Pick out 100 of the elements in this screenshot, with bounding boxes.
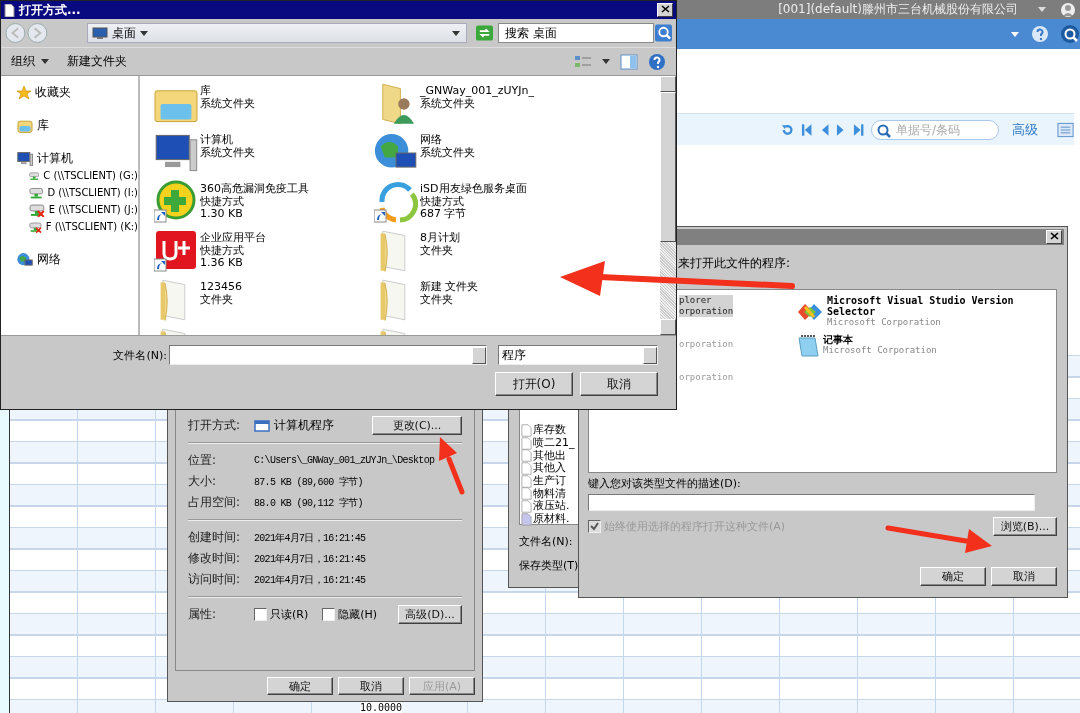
- file-item[interactable]: 企业应用平台 快捷方式 1.36 KB: [200, 229, 266, 270]
- advanced-link[interactable]: 高级: [1011, 120, 1038, 139]
- close-button[interactable]: [1046, 230, 1062, 244]
- dialog-button[interactable]: 打开(O): [495, 372, 573, 396]
- file-name[interactable]: 液压站.: [533, 500, 570, 513]
- field-label: 占用空间:: [188, 494, 242, 511]
- caret-icon[interactable]: [602, 59, 610, 64]
- caret-icon[interactable]: [452, 30, 460, 36]
- checkmark-icon: [590, 522, 599, 531]
- publisher-name: Microsoft Corporation: [823, 345, 938, 356]
- search-icon[interactable]: [1061, 25, 1079, 43]
- field-label: 访问时间:: [188, 571, 242, 588]
- field-value: 88.0 KB (90,112 字节): [254, 496, 363, 510]
- file-item[interactable]: 网络 系统文件夹: [420, 131, 475, 159]
- file-item[interactable]: 库 系统文件夹: [200, 82, 255, 110]
- nav-item[interactable]: 网络: [17, 251, 138, 268]
- file-item[interactable]: _GNWay_001_zUYJn_ 系统文件夹: [420, 82, 534, 110]
- file-name[interactable]: 库存数: [533, 424, 566, 437]
- scrollbar[interactable]: [660, 76, 676, 335]
- first-page-icon[interactable]: [801, 122, 813, 137]
- nav-item[interactable]: C (\\TSCLIENT) (G:): [29, 167, 138, 184]
- file-name[interactable]: 生产订: [533, 475, 566, 488]
- nav-item[interactable]: F (\\TSCLIENT) (K:): [29, 218, 138, 235]
- document-icon: [4, 3, 15, 17]
- field-label: 创建时间:: [188, 529, 242, 546]
- program-name[interactable]: Microsoft Visual Studio Version Selector: [827, 295, 1037, 317]
- file-name[interactable]: 其他出: [533, 449, 566, 462]
- dialog-button[interactable]: 取消: [338, 677, 404, 695]
- file-item[interactable]: 123456 文件夹: [200, 278, 242, 306]
- file-item[interactable]: 8月计划 文件夹: [420, 229, 460, 257]
- toolbar-button[interactable]: 新建文件夹: [63, 51, 131, 72]
- field-label: 键入您对该类型文件的描述(D):: [588, 476, 742, 491]
- nav-item[interactable]: 计算机: [17, 150, 138, 167]
- file-name-field[interactable]: [169, 345, 487, 365]
- field-value: 2021年4月7日，16:21:45: [254, 552, 366, 566]
- nav-item[interactable]: D (\\TSCLIENT) (I:): [29, 184, 138, 201]
- browse-button[interactable]: 浏览(B)...: [993, 517, 1057, 536]
- caret-icon[interactable]: [139, 30, 148, 36]
- previous-page-icon[interactable]: [819, 122, 830, 137]
- file-name[interactable]: 喷二21_: [533, 437, 575, 450]
- preview-pane-icon[interactable]: [620, 53, 638, 70]
- prompt-text: 来打开此文件的程序:: [678, 255, 792, 272]
- program-name[interactable]: 记事本: [823, 334, 1033, 345]
- file-item[interactable]: 新建 文件夹 文件夹: [420, 278, 479, 306]
- search-field[interactable]: 单据号/条码: [870, 119, 999, 140]
- file-name[interactable]: 其他入: [533, 462, 566, 475]
- program-icon: [254, 419, 270, 432]
- help-icon[interactable]: [1031, 25, 1049, 43]
- dialog-button[interactable]: 取消: [580, 372, 658, 396]
- field-label: 属性:: [188, 606, 218, 623]
- file-type-dropdown[interactable]: 程序: [498, 345, 658, 365]
- nav-item[interactable]: 库: [17, 117, 138, 134]
- field-label: 保存类型(T): [519, 558, 580, 573]
- list-view-icon[interactable]: [1056, 121, 1074, 138]
- annotation-arrow: [439, 437, 465, 495]
- computer-icon: [17, 150, 33, 167]
- avatar-icon[interactable]: [1060, 1, 1076, 18]
- program-item[interactable]: plorer orporation: [679, 295, 734, 317]
- address-bar[interactable]: 桌面: [86, 23, 467, 43]
- caret-icon[interactable]: [41, 59, 49, 64]
- field-label: 大小:: [188, 473, 218, 490]
- file-item[interactable]: 360高危漏洞免疫工具 快捷方式 1.30 KB: [200, 180, 309, 221]
- nav-item[interactable]: E (\\TSCLIENT) (J:): [29, 201, 138, 218]
- file-name[interactable]: 物料清: [533, 487, 566, 500]
- dialog-button[interactable]: 取消: [991, 567, 1057, 586]
- field-label: 打开方式:: [188, 417, 242, 434]
- close-icon: [1049, 232, 1059, 240]
- checkbox[interactable]: 隐藏(H): [322, 607, 378, 622]
- search-button[interactable]: [655, 24, 672, 42]
- last-page-icon[interactable]: [852, 122, 864, 137]
- menu-button[interactable]: 组织: [7, 51, 53, 72]
- field-value: 2021年4月7日，16:21:45: [254, 531, 366, 545]
- view-options-icon[interactable]: [574, 54, 592, 69]
- field-label: 文件名(N):: [112, 347, 167, 363]
- dialog-button[interactable]: 确定: [920, 567, 986, 586]
- file-item[interactable]: 计算机 系统文件夹: [200, 131, 255, 159]
- file-item[interactable]: iSD用友绿色服务桌面 快捷方式 687 字节: [420, 180, 527, 221]
- company-name[interactable]: [001](default)滕州市三台机械股份有限公司: [778, 1, 1018, 18]
- next-page-icon[interactable]: [836, 122, 846, 137]
- refresh-icon[interactable]: [476, 25, 493, 41]
- file-name[interactable]: 原材料.: [533, 513, 570, 526]
- checkbox[interactable]: 只读(R): [254, 607, 309, 622]
- search-field[interactable]: 搜索 桌面: [498, 23, 654, 43]
- sheet-file-icon: [521, 512, 532, 526]
- desktop-icon: [91, 26, 108, 40]
- window-title: 打开方式...: [19, 1, 81, 19]
- star-icon: [17, 85, 31, 100]
- help-icon[interactable]: [648, 52, 666, 71]
- dialog-button[interactable]: 确定: [267, 677, 333, 695]
- description-field[interactable]: [588, 494, 1035, 511]
- search-icon: [875, 122, 891, 138]
- change-button[interactable]: 更改(C)...: [372, 416, 462, 435]
- refresh-icon[interactable]: [781, 122, 795, 137]
- nav-item[interactable]: 收藏夹: [17, 84, 138, 101]
- field-value: 87.5 KB (89,600 字节): [254, 475, 363, 489]
- advanced-button[interactable]: 高级(D)...: [398, 605, 462, 624]
- shield-app-icon: [154, 180, 198, 224]
- close-button[interactable]: [657, 3, 673, 17]
- field-value: 2021年4月7日，16:21:45: [254, 573, 366, 587]
- close-icon: [660, 5, 670, 13]
